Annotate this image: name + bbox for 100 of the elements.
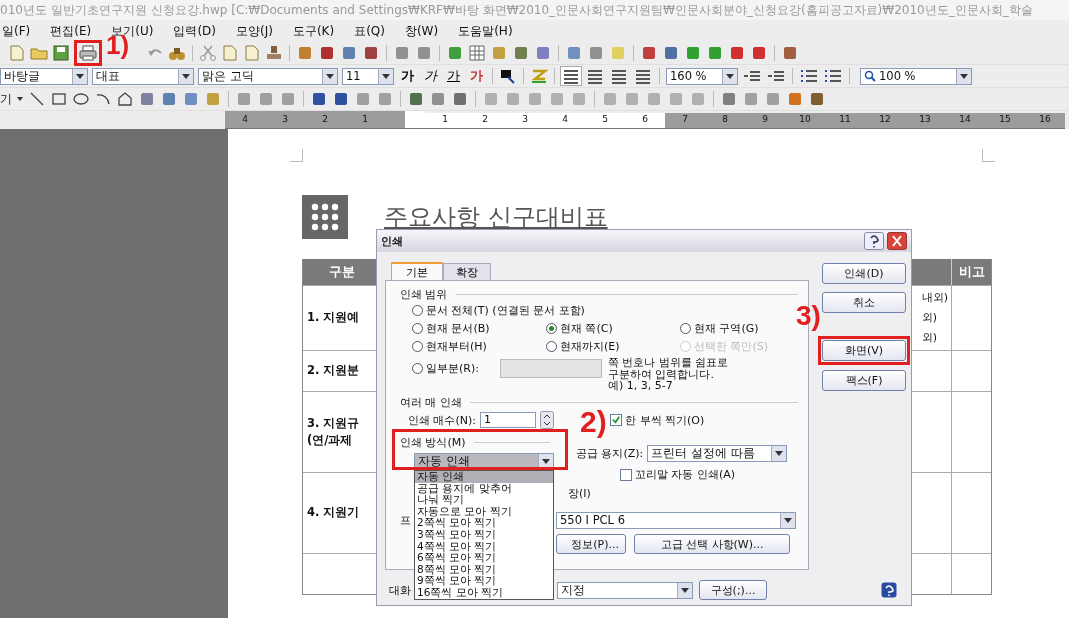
line-icon[interactable]	[28, 90, 46, 108]
menu-item[interactable]: 표(Q)	[352, 22, 387, 40]
dialog-button[interactable]: 인쇄(D)	[822, 263, 906, 284]
menu-item[interactable]: 일(F)	[0, 22, 33, 40]
square-icon[interactable]	[332, 90, 350, 108]
save-icon[interactable]	[52, 44, 70, 62]
square-icon[interactable]	[750, 44, 768, 62]
document-icon[interactable]	[221, 44, 239, 62]
align-icon[interactable]	[561, 67, 581, 85]
radio-option[interactable]: 일부분(R):	[412, 361, 500, 376]
stamp-icon[interactable]	[265, 44, 283, 62]
polygon-icon[interactable]	[116, 90, 134, 108]
list-icon[interactable]	[799, 67, 819, 85]
align-icon[interactable]	[633, 67, 653, 85]
square-icon[interactable]	[587, 44, 605, 62]
dialog-tab[interactable]: 확장	[443, 263, 491, 280]
square-icon[interactable]	[781, 44, 799, 62]
square-icon[interactable]	[534, 44, 552, 62]
align-icon[interactable]	[609, 67, 629, 85]
scissors-icon[interactable]	[199, 44, 217, 62]
dialog-button[interactable]: 화면(V)	[822, 340, 906, 361]
settings-dropdown[interactable]: 지정	[557, 581, 693, 599]
ellipse-icon[interactable]	[72, 90, 90, 108]
footnote-checkbox[interactable]: 꼬리말 자동 인쇄(A)	[620, 467, 798, 482]
menu-item[interactable]: 도움말(H)	[456, 22, 515, 40]
square-icon[interactable]	[808, 90, 826, 108]
menu-item[interactable]: 모양(J)	[234, 22, 275, 40]
square-icon[interactable]	[512, 44, 530, 62]
dropdown-option[interactable]: 3쪽씩 모아 찍기	[415, 528, 553, 541]
square-icon[interactable]	[296, 44, 314, 62]
spinner-icon[interactable]	[540, 411, 554, 429]
menu-item[interactable]: 입력(D)	[171, 22, 218, 40]
square-icon[interactable]	[684, 44, 702, 62]
square-icon[interactable]	[446, 44, 464, 62]
square-icon[interactable]	[565, 44, 583, 62]
highlight-icon[interactable]	[530, 67, 548, 85]
font-size-dropdown[interactable]: 11	[342, 67, 394, 85]
text-color-icon[interactable]	[499, 67, 517, 85]
format-button[interactable]: 가	[398, 67, 417, 85]
square-icon[interactable]	[362, 44, 380, 62]
square-icon[interactable]	[429, 90, 447, 108]
printer-dropdown[interactable]: 550 I PCL 6	[556, 511, 796, 529]
radio-option[interactable]: 현재 문서(B)	[412, 320, 546, 336]
format-button[interactable]: 가	[444, 67, 463, 85]
list-icon[interactable]	[823, 67, 843, 85]
page-range-field[interactable]	[500, 359, 602, 378]
table-icon[interactable]	[468, 44, 486, 62]
square-icon[interactable]	[182, 90, 200, 108]
square-icon[interactable]	[786, 90, 804, 108]
dialog-button[interactable]: 팩스(F)	[822, 370, 906, 391]
radio-option[interactable]: 현재 쪽(C)	[546, 320, 680, 336]
advanced-options-button[interactable]: 고급 선택 사항(W)...	[634, 534, 790, 554]
dropdown-option[interactable]: 나눠 찍기	[415, 494, 553, 506]
dropdown-option[interactable]: 9쪽씩 모아 찍기	[415, 575, 553, 587]
radio-option[interactable]: 현재부터(H)	[412, 338, 546, 354]
square-icon[interactable]	[662, 44, 680, 62]
dropdown-option[interactable]: 8쪽씩 모아 찍기	[415, 563, 553, 576]
menu-item[interactable]: 창(W)	[402, 22, 441, 40]
help-icon[interactable]	[864, 232, 884, 250]
printer-info-button[interactable]: 정보(P)...	[556, 534, 626, 554]
radio-option[interactable]: 현재까지(E)	[546, 338, 680, 354]
square-icon[interactable]	[728, 44, 746, 62]
dialog-button[interactable]: 취소	[822, 292, 906, 313]
menu-item[interactable]: 편집(E)	[48, 22, 94, 40]
dropdown-option[interactable]: 2쪽씩 모아 찍기	[415, 517, 553, 529]
caret-icon[interactable]	[16, 96, 24, 102]
dropdown-option[interactable]: 자동으로 모아 찍기	[415, 505, 553, 518]
square-icon[interactable]	[138, 90, 156, 108]
help-icon[interactable]	[881, 582, 897, 598]
dropdown-option[interactable]: 4쪽씩 모아 찍기	[415, 540, 553, 553]
square-icon[interactable]	[407, 90, 425, 108]
dropdown-option[interactable]: 자동 인쇄	[415, 471, 553, 483]
format-button[interactable]: 가	[467, 67, 486, 85]
copies-field[interactable]: 1	[480, 412, 536, 428]
square-icon[interactable]	[340, 44, 358, 62]
square-icon[interactable]	[415, 44, 433, 62]
paper-dropdown[interactable]: 프린터 설정에 따름	[647, 445, 788, 462]
close-icon[interactable]	[887, 232, 907, 250]
square-icon[interactable]	[160, 90, 178, 108]
square-icon[interactable]	[393, 44, 411, 62]
format-button[interactable]: 가	[421, 67, 440, 85]
square-icon[interactable]	[640, 44, 658, 62]
square-icon[interactable]	[720, 90, 738, 108]
menu-item[interactable]: 도구(K)	[290, 22, 337, 40]
line-spacing-dropdown[interactable]: 160 %	[666, 67, 738, 85]
font-dropdown[interactable]: 맑은 고딕	[198, 67, 338, 85]
outline-dropdown[interactable]: 대표	[92, 67, 194, 85]
dropdown-option[interactable]: 16쪽씩 모아 찍기	[415, 586, 553, 599]
align-icon[interactable]	[585, 67, 605, 85]
square-icon[interactable]	[318, 44, 336, 62]
zoom-dropdown[interactable]: 100 %	[860, 67, 972, 85]
dialog-tab[interactable]: 기본	[391, 262, 443, 280]
radio-option[interactable]: 문서 전체(T) (연결된 문서 포함)	[412, 302, 585, 318]
square-icon[interactable]	[451, 90, 469, 108]
draw-menu[interactable]: 기	[0, 90, 12, 108]
configure-button[interactable]: 구성(;)...	[699, 580, 767, 600]
dropdown-option[interactable]: 6쪽씩 모아 찍기	[415, 552, 553, 564]
document-icon[interactable]	[8, 44, 26, 62]
square-icon[interactable]	[706, 44, 724, 62]
square-icon[interactable]	[310, 90, 328, 108]
